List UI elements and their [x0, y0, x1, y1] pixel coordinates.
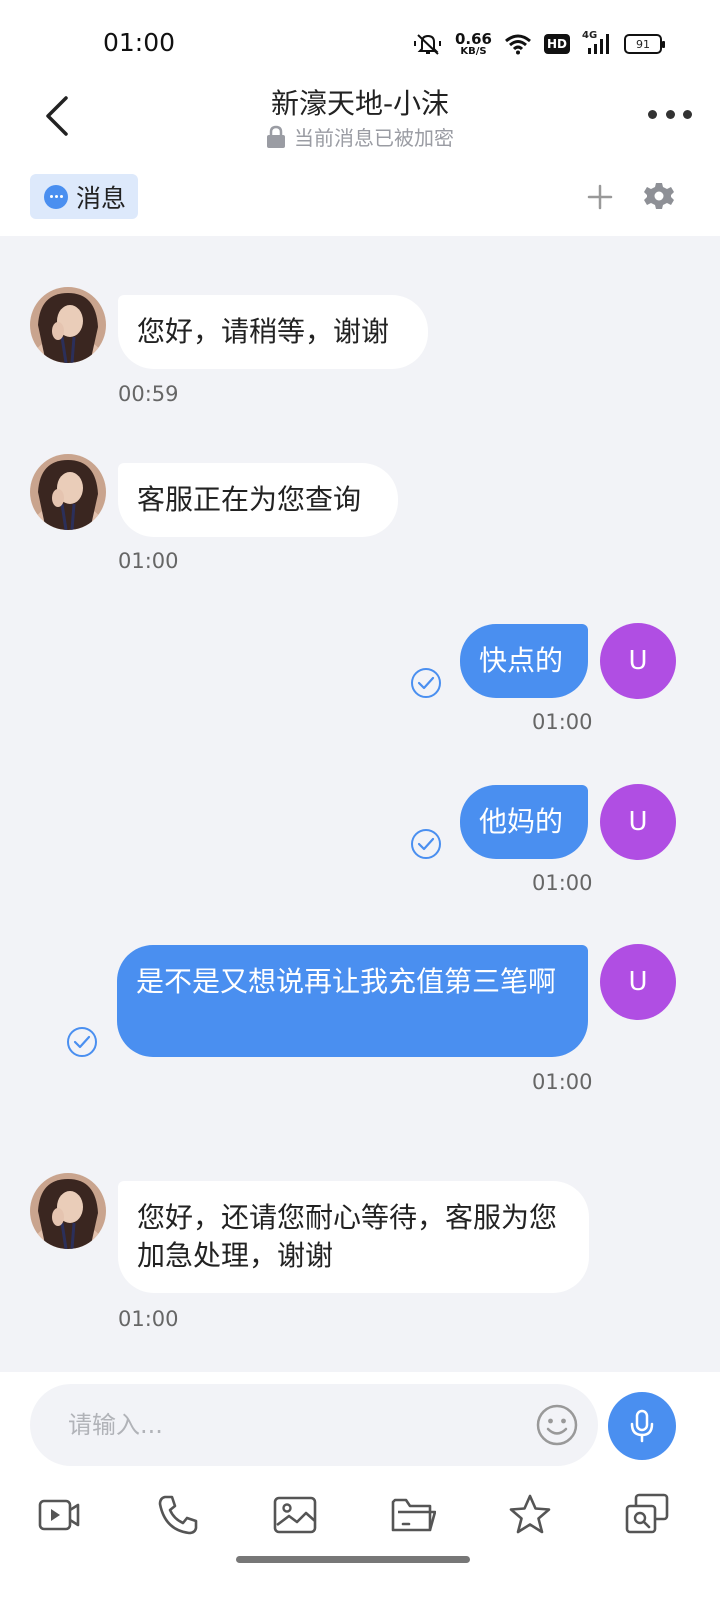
emoji-icon[interactable]: [536, 1404, 578, 1446]
agent-avatar-image: [30, 1173, 106, 1249]
message-time: 01:00: [532, 1070, 593, 1094]
message-bubble-outgoing[interactable]: 快点的: [460, 624, 588, 698]
message-time: 01:00: [118, 1307, 179, 1331]
status-icons: 0.66 KB/S HD 4G 91: [413, 28, 665, 60]
message-input-box: [30, 1384, 598, 1466]
battery-level: 91: [636, 37, 650, 51]
star-icon[interactable]: [507, 1492, 553, 1538]
message-input[interactable]: [68, 1384, 518, 1466]
agent-avatar[interactable]: [30, 454, 106, 530]
mute-bell-icon: [413, 34, 441, 55]
image-icon[interactable]: [272, 1492, 318, 1538]
status-bar: 01:00 0.66 KB/S HD 4G 91: [0, 0, 720, 80]
chat-area[interactable]: 您好，请稍等，谢谢 00:59 客服正在为您查询 01:00 快点的 U 01:…: [0, 236, 720, 1372]
message-time: 01:00: [532, 871, 593, 895]
user-avatar[interactable]: U: [600, 623, 676, 699]
net-speed-value: 0.66: [454, 29, 492, 48]
message-bubble-outgoing[interactable]: 他妈的: [460, 785, 588, 859]
signal-4g: 4G: [582, 30, 612, 56]
more-dot-icon: [665, 109, 675, 119]
tab-messages-label: 消息: [76, 183, 127, 213]
message-bubble-outgoing[interactable]: 是不是又想说再让我充值第三笔啊: [117, 945, 588, 1057]
agent-avatar-image: [30, 287, 106, 363]
message-bubble-incoming[interactable]: 客服正在为您查询: [118, 463, 398, 537]
plus-icon[interactable]: [586, 180, 614, 214]
encryption-text: 当前消息已被加密: [294, 126, 454, 150]
gear-icon[interactable]: [644, 180, 674, 212]
more-dot-icon: [683, 109, 692, 119]
net-speed: 0.66 KB/S: [454, 29, 492, 57]
folder-icon[interactable]: [390, 1492, 436, 1538]
user-avatar[interactable]: U: [600, 944, 676, 1020]
screenshot-icon[interactable]: [624, 1492, 670, 1538]
signal-icon: [588, 34, 609, 54]
chat-bubble-icon: [44, 184, 68, 209]
chat-title: 新濠天地-小沫: [270, 87, 450, 120]
message-time: 01:00: [118, 549, 179, 573]
message-bubble-incoming[interactable]: 您好，请稍等，谢谢: [118, 295, 428, 369]
composer: [0, 1372, 720, 1600]
read-receipt-icon: [411, 668, 441, 698]
user-avatar[interactable]: U: [600, 784, 676, 860]
video-icon[interactable]: [36, 1492, 82, 1538]
phone-icon[interactable]: [155, 1492, 201, 1538]
battery-icon: 91: [624, 34, 665, 54]
home-indicator[interactable]: [236, 1556, 470, 1563]
encryption-notice: 当前消息已被加密: [0, 122, 720, 151]
tab-messages[interactable]: 消息: [30, 174, 138, 219]
agent-avatar[interactable]: [30, 287, 106, 363]
read-receipt-icon: [67, 1027, 97, 1057]
status-time: 01:00: [103, 28, 176, 57]
voice-button[interactable]: [608, 1392, 676, 1460]
agent-avatar-image: [30, 454, 106, 530]
more-dot-icon: [648, 109, 657, 119]
microphone-icon: [630, 1409, 654, 1443]
message-time: 01:00: [532, 710, 593, 734]
message-time: 00:59: [118, 382, 179, 406]
more-options-button[interactable]: [648, 102, 692, 126]
net-speed-unit: KB/S: [460, 45, 487, 57]
hd-badge: HD: [543, 34, 570, 54]
read-receipt-icon: [411, 829, 441, 859]
tab-bar: 消息: [0, 160, 720, 236]
chat-header: 新濠天地-小沫 当前消息已被加密: [0, 80, 720, 160]
message-bubble-incoming[interactable]: 您好，还请您耐心等待，客服为您加急处理，谢谢: [118, 1181, 589, 1293]
attachment-toolbar: [0, 1492, 720, 1542]
agent-avatar[interactable]: [30, 1173, 106, 1249]
lock-icon: [267, 125, 285, 148]
wifi-icon: [505, 34, 531, 55]
